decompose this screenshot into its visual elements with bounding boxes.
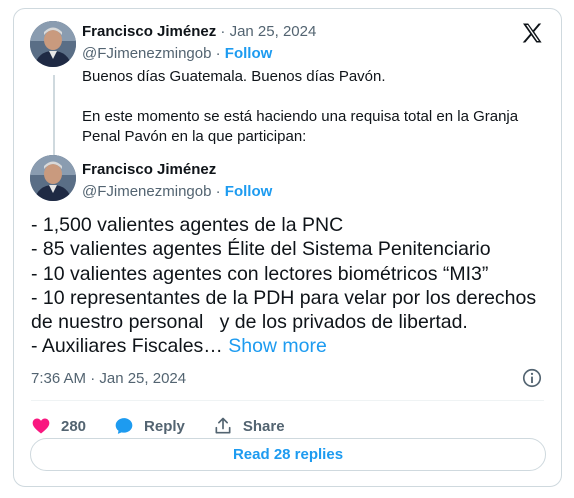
read-replies-button[interactable]: Read 28 replies	[30, 438, 546, 471]
show-more-link[interactable]: Show more	[228, 335, 327, 357]
separator-dot: ·	[215, 183, 221, 200]
author-name[interactable]: Francisco Jiménez	[82, 161, 216, 178]
avatar-photo	[30, 21, 76, 67]
info-icon[interactable]	[521, 367, 543, 389]
post-text: - 1,500 valientes agentes de la PNC - 85…	[31, 213, 551, 359]
share-label: Share	[242, 417, 285, 435]
quoted-post-text: Buenos días Guatemala. Buenos días Pavón…	[82, 68, 519, 145]
author-handle[interactable]: @FJimenezmingob	[82, 45, 211, 62]
author-handle[interactable]: @FJimenezmingob	[82, 183, 211, 200]
post-date[interactable]: · Jan 25, 2024	[220, 23, 316, 40]
action-bar: 280 Reply Share	[31, 413, 313, 439]
reply-label: Reply	[144, 417, 185, 435]
author-name[interactable]: Francisco Jiménez	[82, 23, 216, 40]
post-text-line: - 85 valientes agentes Élite del Sistema…	[31, 238, 491, 261]
follow-button[interactable]: Follow	[225, 45, 273, 62]
post-text-line: - 10 representantes de la PDH para velar…	[31, 286, 537, 309]
tweet-card[interactable]: Francisco Jiménez · Jan 25, 2024 @FJimen…	[13, 8, 562, 487]
avatar-photo	[30, 155, 76, 201]
divider	[31, 400, 544, 401]
like-count: 280	[61, 417, 87, 435]
thread-connector-line	[53, 75, 55, 159]
avatar[interactable]	[30, 155, 76, 201]
post-text-line: - Auxiliares Fiscales… Show more	[31, 334, 551, 358]
follow-button[interactable]: Follow	[225, 183, 273, 200]
post-text-line: de nuestro personal y de los privados de…	[31, 311, 468, 334]
like-button[interactable]: 280	[31, 416, 86, 436]
post-timestamp[interactable]: 7:36 AM · Jan 25, 2024	[31, 370, 186, 387]
share-button[interactable]: Share	[213, 416, 285, 436]
share-icon	[215, 417, 231, 434]
reply-button[interactable]: Reply	[114, 416, 185, 436]
post-text-line: - 10 valientes agentes con lectores biom…	[31, 262, 489, 285]
post-text-line: - 1,500 valientes agentes de la PNC	[31, 214, 344, 236]
x-logo-icon[interactable]	[520, 21, 544, 45]
heart-icon	[32, 418, 50, 434]
avatar[interactable]	[30, 21, 76, 67]
post-text-truncated: - Auxiliares Fiscales…	[31, 335, 223, 358]
separator-dot: ·	[215, 45, 221, 62]
speech-bubble-icon	[115, 418, 133, 434]
